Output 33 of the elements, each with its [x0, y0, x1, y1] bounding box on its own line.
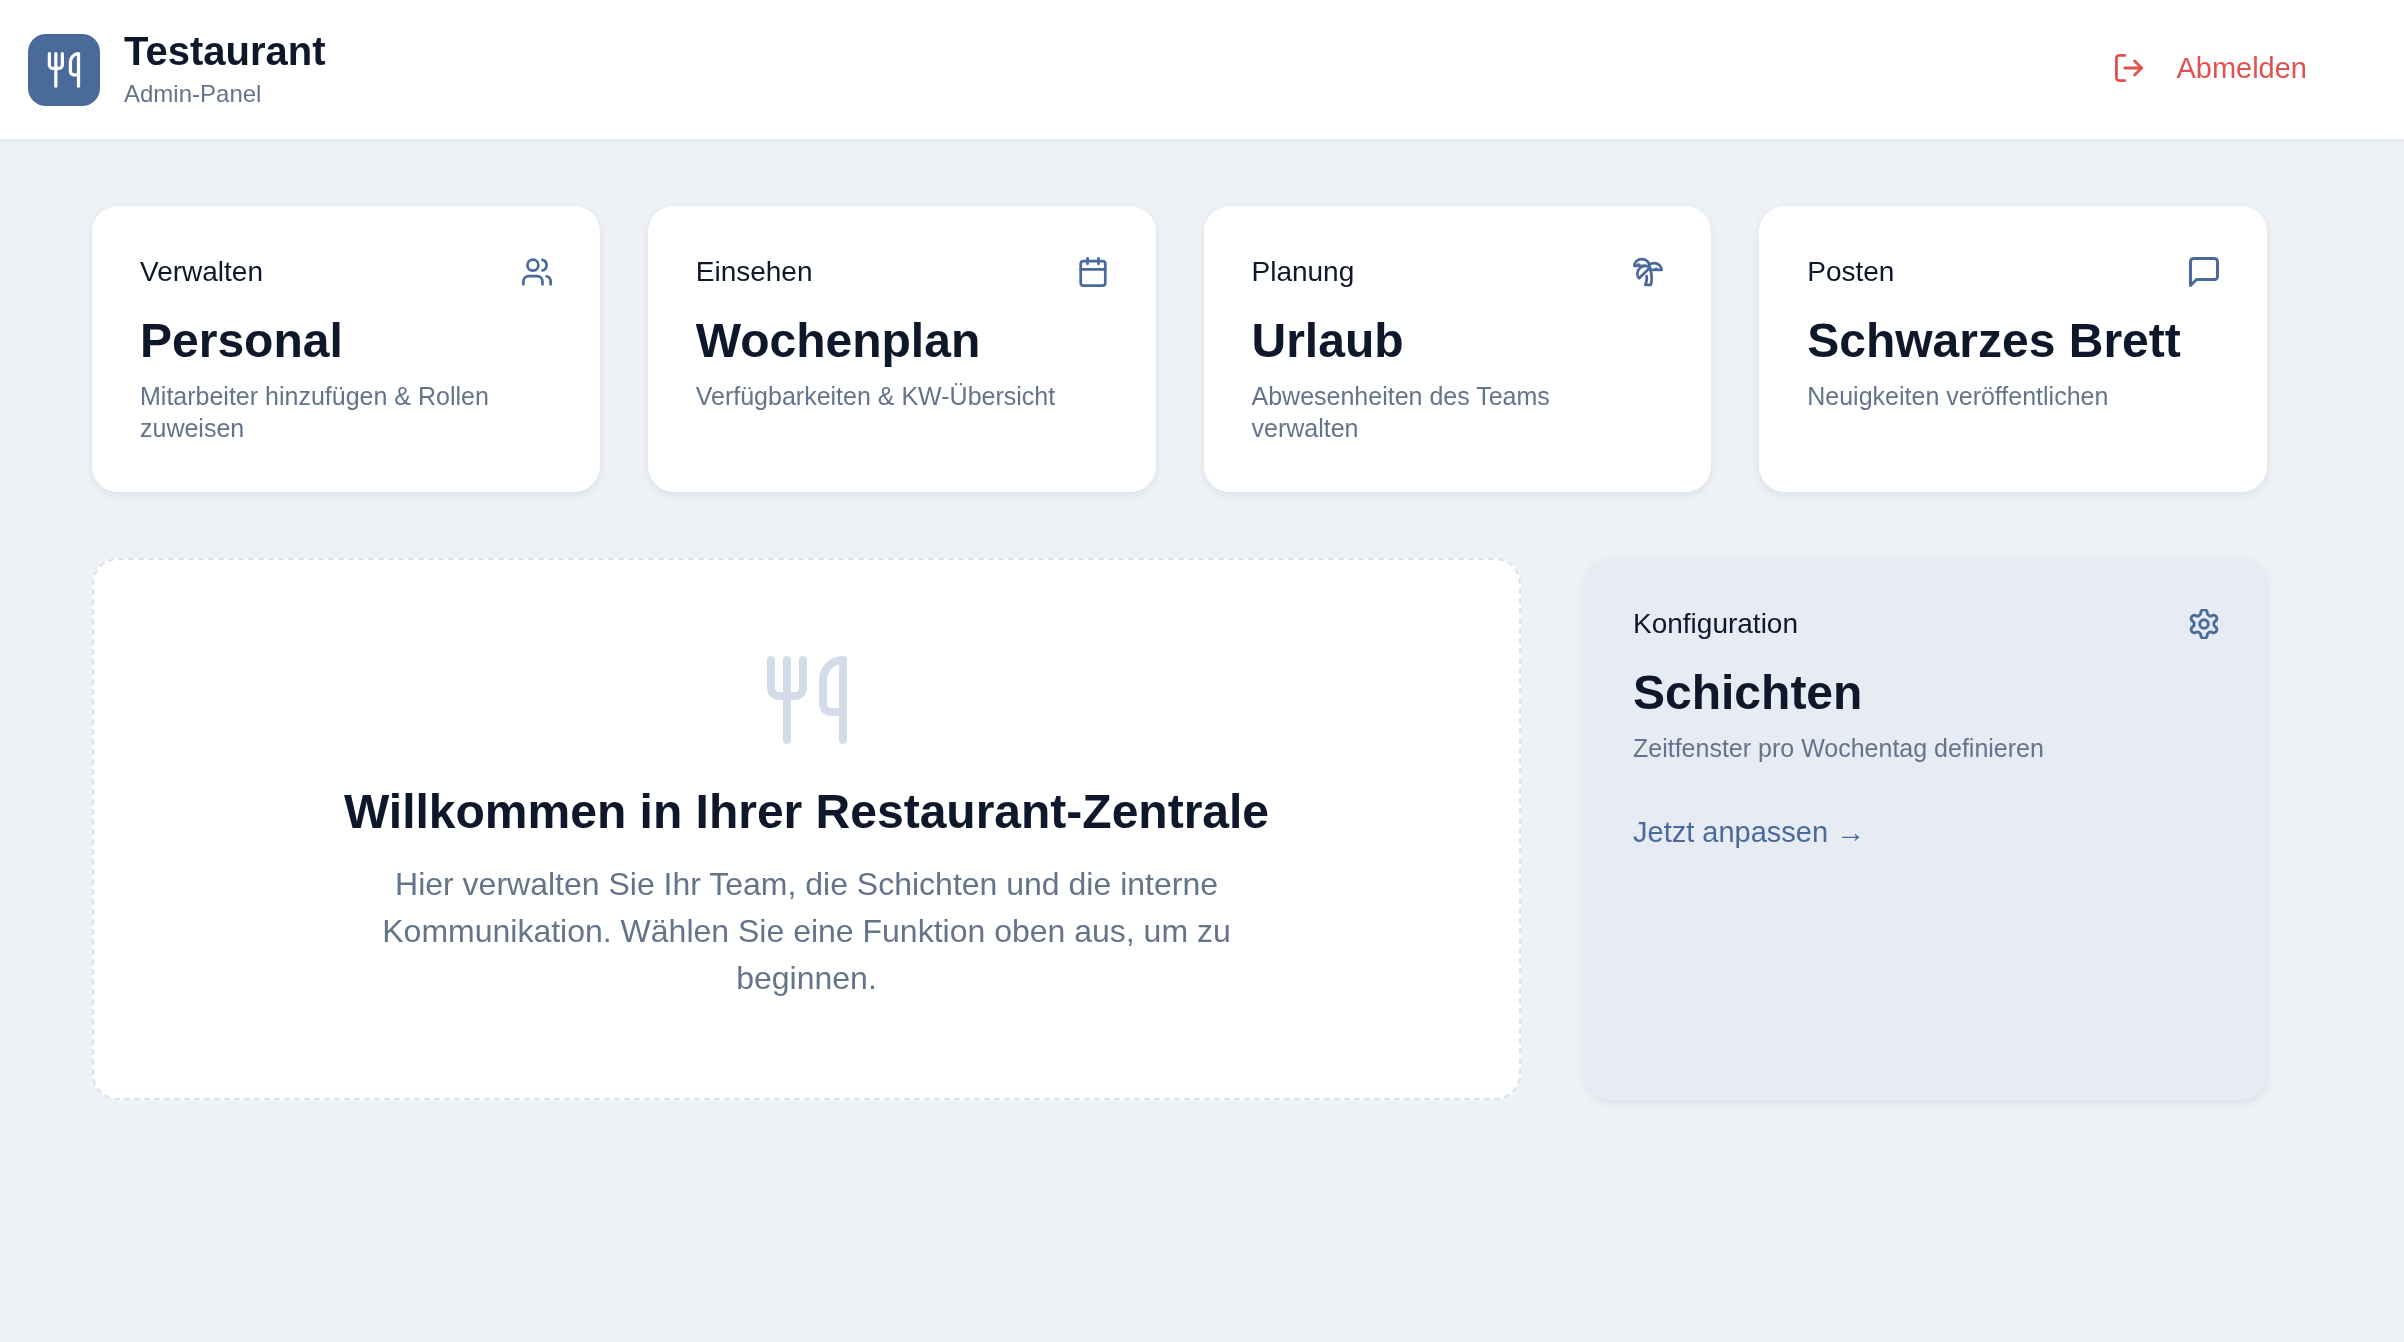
calendar-icon: [1077, 257, 1108, 287]
card-label: Konfiguration: [1633, 607, 1798, 641]
card-title: Schwarzes Brett: [1807, 313, 2182, 369]
message-icon: [2189, 257, 2219, 287]
utensils-icon: [766, 656, 847, 744]
card-title: Schichten: [1633, 665, 1864, 721]
app-subtitle: Admin-Panel: [124, 79, 263, 108]
card-label: Planung: [1251, 255, 1355, 289]
card-description: Abwesenheiten des Teams verwalten: [1251, 381, 1551, 444]
palm-tree-icon: [1633, 257, 1664, 287]
card-description: Mitarbeiter hinzufügen & Rollen zuweisen: [140, 381, 490, 444]
settings-icon: [2189, 609, 2219, 639]
card-description: Neuigkeiten veröffentlichen: [1807, 381, 2110, 412]
feature-card[interactable]: Einsehen Wochenplan Verfügbarkeiten & KW-Übersicht: [647, 206, 1156, 492]
logout-icon: [2115, 53, 2144, 82]
feature-card[interactable]: Verwalten Personal Mitarbeiter hinzufügen & Rollen zuweisen: [92, 206, 600, 492]
feature-card[interactable]: Posten Schwarzes Brett Neuigkeiten veröffentlichen: [1759, 206, 2267, 492]
welcome-text: Hier verwalten Sie Ihr Team, die Schichten und die interne Kommunikation. Wählen Sie eine Funktion oben aus, um zu beginnen.: [381, 865, 1232, 998]
card-label: Posten: [1807, 255, 1895, 289]
card-description: Zeitfenster pro Wochentag definieren: [1633, 733, 2045, 764]
app-name: Testaurant: [124, 27, 326, 74]
card-title: Wochenplan: [695, 313, 982, 369]
card-description: Verfügbarkeiten & KW-Übersicht: [695, 381, 1057, 412]
feature-card[interactable]: Planung Urlaub Abwesenheiten des Teams verwalten: [1203, 206, 1712, 492]
logout-button[interactable]: Abmelden: [2115, 50, 2307, 85]
card-title: Personal: [140, 313, 344, 369]
utensils-logo-icon: [28, 33, 100, 106]
card-title: Urlaub: [1251, 313, 1405, 369]
adjust-link[interactable]: Jetzt anpassen →: [1633, 814, 1866, 850]
card-label: Verwalten: [140, 255, 263, 289]
welcome-heading: Willkommen in Ihrer Restaurant-Zentrale: [343, 784, 1270, 840]
users-icon: [521, 257, 552, 287]
card-label: Einsehen: [695, 255, 813, 289]
